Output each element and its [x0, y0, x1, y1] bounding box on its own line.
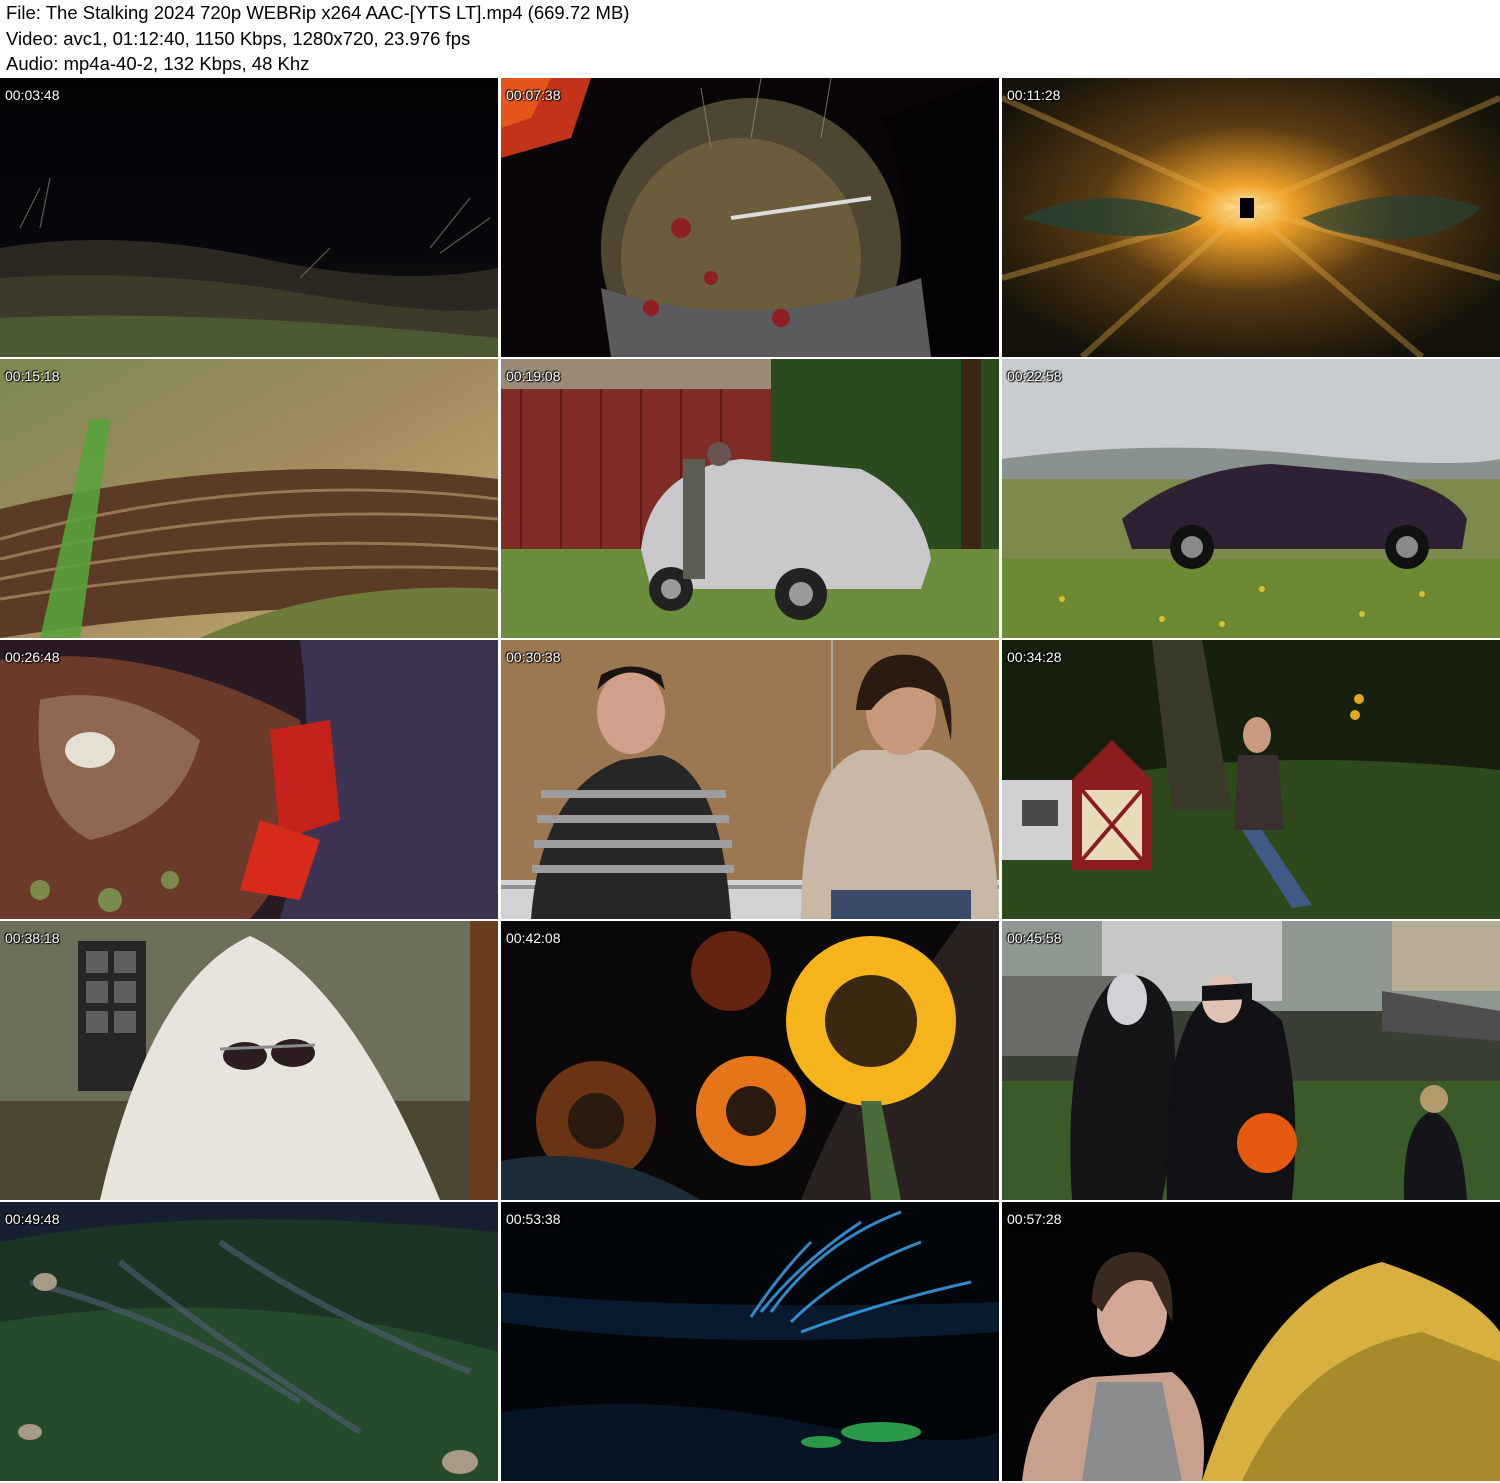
- timestamp-label: 00:57:28: [1007, 1211, 1062, 1227]
- thumbnail-13[interactable]: 00:49:48: [0, 1202, 498, 1481]
- timestamp-label: 00:45:58: [1007, 930, 1062, 946]
- timestamp-label: 00:42:08: [506, 930, 561, 946]
- timestamp-label: 00:22:58: [1007, 368, 1062, 384]
- timestamp-label: 00:30:38: [506, 649, 561, 665]
- timestamp-label: 00:26:48: [5, 649, 60, 665]
- thumbnail-image: [0, 921, 498, 1200]
- thumbnail-2[interactable]: 00:07:38: [501, 78, 999, 357]
- thumbnail-image: [501, 921, 999, 1200]
- thumbnail-12[interactable]: 00:45:58: [1002, 921, 1500, 1200]
- timestamp-label: 00:19:08: [506, 368, 561, 384]
- thumbnail-image: [1002, 78, 1500, 357]
- audio-info-line: Audio: mp4a-40-2, 132 Kbps, 48 Khz: [6, 53, 310, 74]
- thumbnail-image: [501, 640, 999, 919]
- thumbnail-10[interactable]: 00:38:18: [0, 921, 498, 1200]
- timestamp-label: 00:53:38: [506, 1211, 561, 1227]
- thumbnail-image: [1002, 359, 1500, 638]
- thumbnail-image: [0, 359, 498, 638]
- thumbnail-image: [501, 78, 999, 357]
- thumbnail-15[interactable]: 00:57:28: [1002, 1202, 1500, 1481]
- timestamp-label: 00:34:28: [1007, 649, 1062, 665]
- video-info-line: Video: avc1, 01:12:40, 1150 Kbps, 1280x7…: [6, 28, 471, 49]
- thumbnail-image: [0, 1202, 498, 1481]
- thumbnail-image: [501, 1202, 999, 1481]
- timestamp-label: 00:07:38: [506, 87, 561, 103]
- timestamp-label: 00:03:48: [5, 87, 60, 103]
- info-header: File: The Stalking 2024 720p WEBRip x264…: [0, 0, 1500, 78]
- file-info-line: File: The Stalking 2024 720p WEBRip x264…: [6, 2, 630, 23]
- thumbnail-image: [501, 359, 999, 638]
- thumbnail-image: [0, 78, 498, 357]
- thumbnail-9[interactable]: 00:34:28: [1002, 640, 1500, 919]
- thumbnail-6[interactable]: 00:22:58: [1002, 359, 1500, 638]
- thumbnail-7[interactable]: 00:26:48: [0, 640, 498, 919]
- thumbnail-11[interactable]: 00:42:08: [501, 921, 999, 1200]
- thumbnail-image: [1002, 1202, 1500, 1481]
- timestamp-label: 00:11:28: [1007, 87, 1061, 103]
- thumbnail-image: [1002, 640, 1500, 919]
- thumbnail-8[interactable]: 00:30:38: [501, 640, 999, 919]
- timestamp-label: 00:38:18: [5, 930, 60, 946]
- timestamp-label: 00:49:48: [5, 1211, 60, 1227]
- thumbnail-14[interactable]: 00:53:38: [501, 1202, 999, 1481]
- thumbnail-5[interactable]: 00:19:08: [501, 359, 999, 638]
- thumbnail-image: [1002, 921, 1500, 1200]
- timestamp-label: 00:15:18: [5, 368, 60, 384]
- thumbnail-4[interactable]: 00:15:18: [0, 359, 498, 638]
- thumbnail-grid: 00:03:48 00:07:38 00:11:28 00:15:18 00:1…: [0, 78, 1500, 1483]
- thumbnail-1[interactable]: 00:03:48: [0, 78, 498, 357]
- thumbnail-3[interactable]: 00:11:28: [1002, 78, 1500, 357]
- thumbnail-image: [0, 640, 498, 919]
